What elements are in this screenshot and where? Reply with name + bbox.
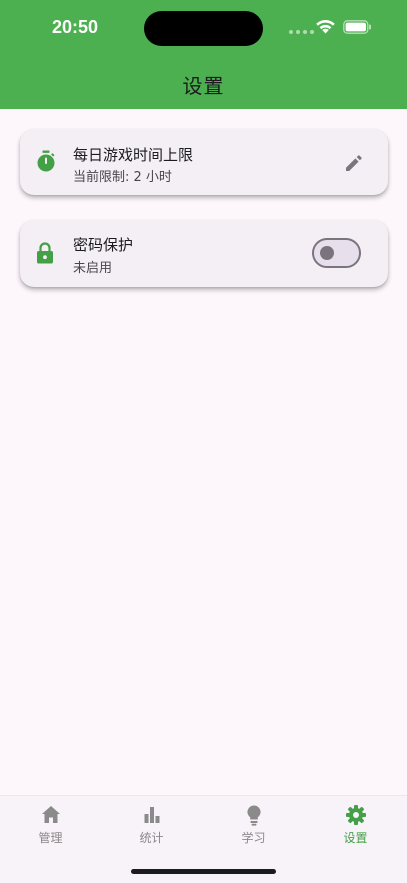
nav-item-manage[interactable]: 管理	[0, 796, 101, 856]
edit-icon	[346, 155, 362, 171]
status-time: 20:50	[52, 17, 99, 37]
password-card: 密码保护 未启用	[20, 220, 388, 287]
bar-chart-icon	[144, 807, 159, 823]
timer-icon	[37, 150, 55, 172]
nav-item-stats[interactable]: 统计	[101, 796, 202, 856]
battery-icon	[343, 20, 371, 34]
home-indicator[interactable]	[131, 869, 276, 874]
nav-item-settings[interactable]: 设置	[305, 796, 406, 856]
gear-icon	[345, 805, 366, 825]
nav-label-settings: 设置	[343, 831, 368, 845]
lightbulb-icon	[246, 805, 261, 826]
nav-label-stats: 统计	[139, 831, 164, 845]
password-toggle[interactable]	[312, 238, 361, 268]
home-icon	[41, 806, 60, 823]
cellular-signal-icon	[289, 30, 314, 34]
daily-limit-title: 每日游戏时间上限	[73, 146, 194, 164]
app-header: 20:50 设置	[0, 0, 407, 109]
wifi-icon	[316, 20, 335, 34]
password-title: 密码保护	[73, 236, 134, 254]
nav-item-learn[interactable]: 学习	[203, 796, 304, 856]
nav-label-manage: 管理	[38, 831, 63, 845]
toggle-knob	[320, 246, 334, 260]
page-title: 设置	[182, 74, 225, 98]
nav-label-learn: 学习	[241, 831, 266, 845]
daily-limit-card[interactable]: 每日游戏时间上限 当前限制: 2 小时	[20, 129, 388, 195]
edit-limit-button[interactable]	[338, 147, 370, 179]
daily-limit-value: 当前限制: 2 小时	[73, 170, 172, 185]
settings-screen: 20:50 设置 每日游戏时间上限 当前限制: 2 小时 密码保护 未启用 管理…	[0, 0, 407, 883]
lock-icon	[37, 242, 53, 264]
dynamic-island	[144, 11, 263, 46]
password-status: 未启用	[73, 261, 113, 276]
